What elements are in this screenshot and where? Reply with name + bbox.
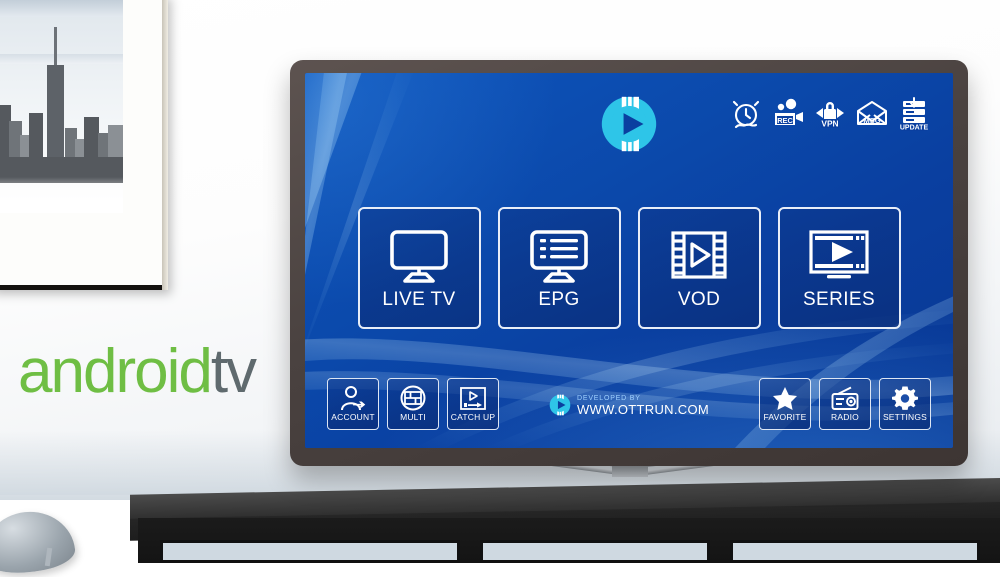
recorder-icon[interactable]: REC (771, 97, 805, 133)
framed-picture (0, 0, 168, 290)
bottom-button-settings[interactable]: SETTINGS (879, 378, 931, 430)
photo-sky-band (0, 0, 123, 17)
android-tv-wordmark: androidtv (18, 336, 257, 407)
website-label: WWW.OTTRUN.COM (576, 401, 710, 417)
iptv-app-screen: REC VPN MSG UPDATE LIVE TV EPG VOD SERIE… (305, 73, 953, 448)
table-drawer (730, 540, 980, 563)
bottom-button-account[interactable]: ACCOUNT (327, 378, 379, 430)
main-menu-label: EPG (538, 289, 580, 310)
bottom-button-catch-up[interactable]: CATCH UP (447, 378, 499, 430)
star-icon (771, 384, 799, 412)
user-account-icon (338, 384, 368, 412)
multi-screen-icon (399, 384, 427, 412)
table-drawer (480, 540, 710, 563)
developer-text: DEVELOPED BY WWW.OTTRUN.COM (577, 395, 709, 416)
msg-label: MSG (863, 116, 880, 125)
bottom-button-label: SETTINGS (882, 412, 928, 422)
room-scene: androidtv REC VPN MSG UPDATE LIVE TV EPG… (0, 0, 1000, 577)
table-lamp (0, 507, 77, 577)
main-menu-item-series[interactable]: SERIES (777, 207, 901, 329)
bottom-left-toolbar: ACCOUNT MULTI CATCH UP (327, 378, 499, 430)
vpn-lock-icon[interactable]: VPN (813, 97, 847, 133)
update-server-icon[interactable]: UPDATE (897, 97, 931, 133)
developed-by-label: DEVELOPED BY (576, 394, 641, 402)
photo-sky-band-2 (0, 54, 123, 64)
film-strip-play-icon (665, 225, 733, 287)
message-envelope-icon[interactable]: MSG (855, 97, 889, 133)
main-menu-label: SERIES (802, 289, 876, 310)
bottom-right-toolbar: FAVORITE RADIO SETTINGS (759, 378, 931, 430)
rec-label: REC (777, 116, 793, 125)
radio-icon (830, 384, 860, 412)
frame-edge-highlight (162, 0, 168, 290)
series-screen-play-icon (803, 225, 875, 287)
gear-icon (891, 384, 919, 412)
tv-wordmark-text: tv (210, 337, 257, 406)
bottom-button-favorite[interactable]: FAVORITE (759, 378, 811, 430)
tv-screen-area: REC VPN MSG UPDATE LIVE TV EPG VOD SERIE… (305, 73, 953, 448)
android-wordmark-text: android (18, 337, 213, 406)
bottom-button-label: MULTI (400, 412, 426, 422)
program-guide-icon (525, 225, 593, 287)
alarm-clock-icon[interactable] (729, 97, 763, 133)
picture-mat (0, 0, 163, 285)
main-menu-item-epg[interactable]: EPG (497, 207, 621, 329)
table-drawer (160, 540, 460, 563)
bottom-button-multi[interactable]: MULTI (387, 378, 439, 430)
status-icon-bar: REC VPN MSG UPDATE (729, 97, 931, 133)
main-menu: LIVE TV EPG VOD SERIES (305, 207, 953, 329)
bottom-button-label: CATCH UP (450, 412, 496, 422)
photo-haze (0, 177, 123, 213)
tv-monitor-icon (385, 225, 453, 287)
catch-up-icon (458, 384, 488, 412)
vpn-label: VPN (821, 119, 838, 129)
main-menu-label: VOD (677, 289, 721, 310)
bottom-button-label: RADIO (831, 412, 859, 422)
main-menu-label: LIVE TV (382, 289, 456, 310)
ottrun-play-logo (601, 96, 657, 152)
update-label: UPDATE (900, 125, 929, 132)
main-menu-item-vod[interactable]: VOD (637, 207, 761, 329)
developer-credit[interactable]: DEVELOPED BY WWW.OTTRUN.COM (549, 394, 709, 416)
bottom-button-label: ACCOUNT (331, 412, 375, 422)
bottom-button-radio[interactable]: RADIO (819, 378, 871, 430)
bottom-button-label: FAVORITE (763, 412, 807, 422)
main-menu-item-live-tv[interactable]: LIVE TV (357, 207, 481, 329)
television: REC VPN MSG UPDATE LIVE TV EPG VOD SERIE… (290, 60, 968, 466)
ottrun-play-logo (549, 394, 571, 416)
nyc-skyline-photo (0, 0, 123, 213)
